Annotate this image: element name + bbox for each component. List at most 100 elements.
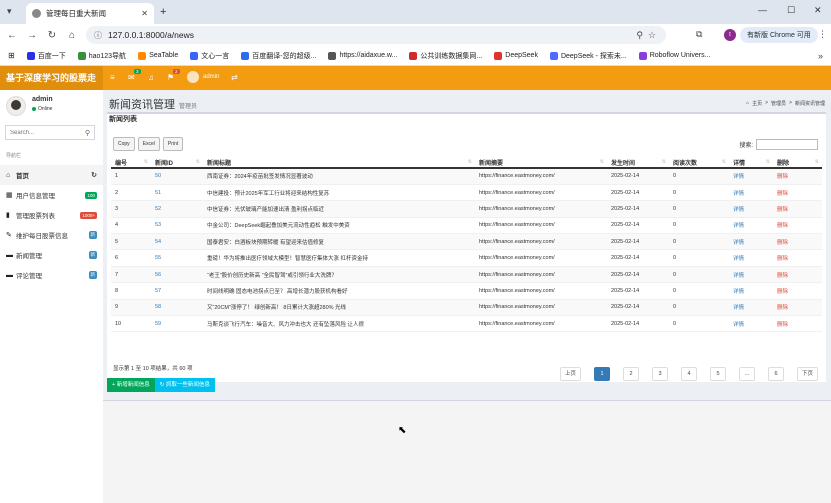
sidebar-item[interactable]: ▮ 管理股票列表 1000+ [0,205,103,225]
cell-news-id[interactable]: 55 [151,249,203,267]
detail-link[interactable]: 详情 [729,217,773,235]
column-header[interactable]: 编号 ⇅ [111,157,151,169]
column-header[interactable]: 发生时间 ⇅ [607,157,669,169]
detail-link[interactable]: 详情 [729,200,773,218]
delete-link[interactable]: 删除 [773,299,822,317]
next-page-button[interactable]: 下页 [797,367,819,381]
table-search-input[interactable] [756,139,818,150]
column-header[interactable]: 新闻摘要 ⇅ [475,157,607,169]
flag-icon[interactable]: ⚑ [167,73,174,82]
detail-link[interactable]: 详情 [729,184,773,202]
bookmark-item[interactable]: https://aidaxue.w... [328,51,397,60]
delete-link[interactable]: 删除 [773,168,822,185]
bookmark-item[interactable]: 文心一言 [190,51,229,61]
bookmark-item[interactable]: 百度一下 [26,51,66,61]
menu-icon[interactable]: ⋮ [818,29,827,40]
delete-link[interactable]: 删除 [773,249,822,267]
detail-link[interactable]: 详情 [729,299,773,317]
mail-icon[interactable]: ✉ [128,73,135,82]
search-icon[interactable]: ⚲ [85,129,90,137]
column-header[interactable]: 详情 ⇅ [729,157,773,169]
home-browser-icon[interactable]: ⌂ [62,30,82,41]
page-button[interactable]: 2 [623,367,640,381]
sidebar-item[interactable]: ▬ 评论管理 新 [0,265,103,285]
apps-icon[interactable]: ⊞ [8,51,15,60]
header-user-menu[interactable]: admin [187,71,219,83]
new-tab-icon[interactable]: + [160,6,166,18]
refresh-icon[interactable]: ↻ [91,171,97,179]
tab-list-icon[interactable]: ▾ [7,6,12,17]
window-close-icon[interactable]: ✕ [814,5,822,16]
bookmark-item[interactable]: 百度翻译-您的超级... [241,51,316,61]
delete-link[interactable]: 删除 [773,266,822,284]
cell-news-id[interactable]: 50 [151,168,203,185]
delete-link[interactable]: 删除 [773,282,822,300]
cell-news-id[interactable]: 54 [151,233,203,251]
column-header[interactable]: 删除 ⇅ [773,157,822,169]
cell-news-id[interactable]: 53 [151,217,203,235]
bookmark-item[interactable]: DeepSeek - 探索未... [549,51,627,61]
detail-link[interactable]: 详情 [729,282,773,300]
settings-share-icon[interactable]: ⇄ [231,73,238,82]
forward-icon[interactable]: → [22,30,42,41]
profile-avatar[interactable]: t [724,29,736,41]
delete-link[interactable]: 删除 [773,233,822,251]
sidebar-toggle-icon[interactable]: ≡ [110,73,115,82]
copy-button[interactable]: Copy [113,137,135,151]
page-button[interactable]: ... [739,367,756,381]
browser-tab[interactable]: 管理每日重大新闻 ✕ [26,3,154,24]
add-news-button[interactable]: + 新增新闻信息 [107,378,155,392]
cell-news-id[interactable]: 56 [151,266,203,284]
close-tab-icon[interactable]: ✕ [141,9,148,18]
back-icon[interactable]: ← [2,30,22,41]
sidebar-search-input[interactable] [10,129,80,136]
sidebar-item[interactable]: ▦ 用户信息管理 100 [0,185,103,205]
cell-news-id[interactable]: 57 [151,282,203,300]
prev-page-button[interactable]: 上页 [560,367,582,381]
cell-news-id[interactable]: 58 [151,299,203,317]
delete-link[interactable]: 删除 [773,217,822,235]
sidebar-item[interactable]: ▬ 新闻管理 新 [0,245,103,265]
cell-news-id[interactable]: 51 [151,184,203,202]
excel-button[interactable]: Excel [137,137,160,151]
bookmark-item[interactable]: Roboflow Univers... [638,51,710,60]
sidebar-item[interactable]: ⌂ 首页 ↻ [0,165,103,185]
detail-link[interactable]: 详情 [729,266,773,284]
page-button[interactable]: 1 [594,367,611,381]
column-header[interactable]: 新闻ID ⇅ [151,157,203,169]
bookmark-item[interactable]: DeepSeek [494,51,538,60]
extensions-icon[interactable]: ⧉ [696,29,702,40]
detail-link[interactable]: 详情 [729,249,773,267]
page-button[interactable]: 4 [681,367,698,381]
cell-news-id[interactable]: 52 [151,200,203,218]
breadcrumb-item[interactable]: 主页 [752,100,762,107]
detail-link[interactable]: 详情 [729,233,773,251]
more-bookmarks-icon[interactable]: » [818,51,823,61]
page-button[interactable]: 3 [652,367,669,381]
cell-news-id[interactable]: 59 [151,315,203,333]
delete-link[interactable]: 删除 [773,184,822,202]
minimize-icon[interactable]: — [758,5,767,15]
maximize-icon[interactable]: ☐ [787,5,795,16]
app-logo[interactable]: 基于深度学习的股票走 [0,66,103,90]
zoom-star-icons[interactable]: ⚲ ☆ [636,30,656,41]
info-icon[interactable]: ⓘ [94,30,102,41]
column-header[interactable]: 阅读次数 ⇅ [669,157,729,169]
delete-link[interactable]: 删除 [773,315,822,333]
update-chrome-button[interactable]: 有新版 Chrome 可用 [740,27,818,43]
bookmark-item[interactable]: SeaTable [138,51,178,60]
bell-icon[interactable]: ♫ [148,73,154,82]
column-header[interactable]: 新闻标题 ⇅ [203,157,475,169]
reload-icon[interactable]: ↻ [42,30,62,41]
url-bar[interactable]: ⓘ 127.0.0.1:8000/a/news ⚲ ☆ [86,26,666,44]
bookmark-item[interactable]: 公共训练数据集网... [409,51,482,61]
fetch-news-button[interactable]: ↻ 抓取一些新闻信息 [154,378,215,392]
page-button[interactable]: 6 [768,367,785,381]
delete-link[interactable]: 删除 [773,200,822,218]
bookmark-item[interactable]: hao123导航 [77,51,126,61]
print-button[interactable]: Print [162,137,184,151]
detail-link[interactable]: 详情 [729,168,773,185]
breadcrumb-item[interactable]: 管理员 [771,100,786,107]
page-button[interactable]: 5 [710,367,727,381]
sidebar-item[interactable]: ✎ 维护每日股票信息 新 [0,225,103,245]
